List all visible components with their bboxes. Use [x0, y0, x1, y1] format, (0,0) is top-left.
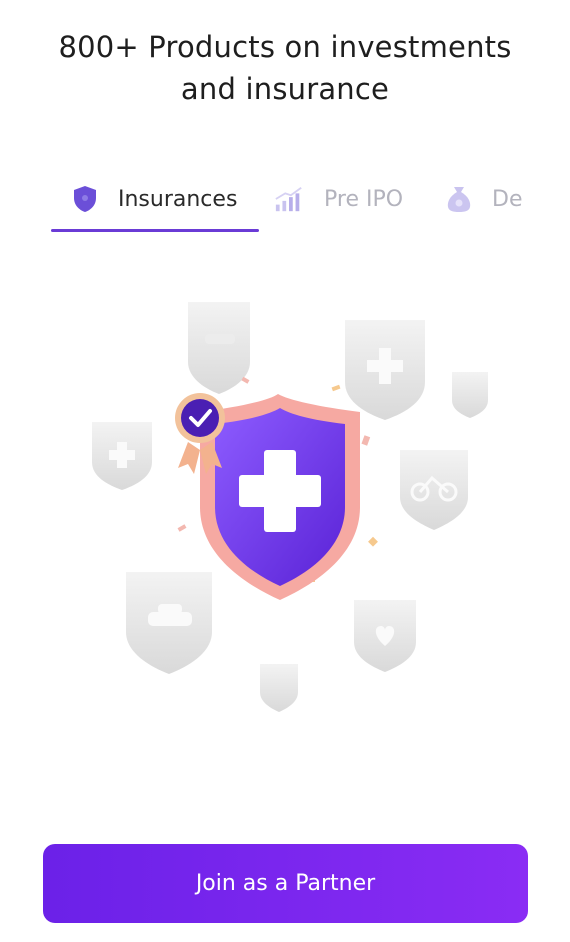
- page-title-line-1: 800+ Products on investments: [58, 30, 512, 64]
- tab-label: Pre IPO: [324, 186, 404, 212]
- active-tab-indicator: [51, 229, 259, 232]
- money-bag-icon: [444, 184, 474, 214]
- shield-bike-icon: [400, 450, 468, 530]
- shield-car-icon: [126, 572, 212, 674]
- shield-heart-icon: [354, 600, 416, 672]
- shield-bottom-icon: [260, 664, 298, 712]
- tab-label: Insurances: [118, 186, 238, 212]
- tab-label: De: [492, 186, 523, 212]
- tab-insurances[interactable]: Insurances: [70, 170, 237, 228]
- insurance-shield-illustration: [70, 282, 510, 722]
- shield-small-icon: [452, 372, 488, 418]
- page-title: 800+ Products on investments and insuran…: [0, 26, 570, 110]
- shield-plus-icon: [345, 320, 425, 420]
- page-title-line-2: and insurance: [180, 72, 390, 106]
- bar-chart-icon: [274, 184, 304, 214]
- tab-de[interactable]: De: [444, 170, 522, 228]
- tab-pre-ipo[interactable]: Pre IPO: [274, 170, 403, 228]
- product-tabs: Insurances Pre IPO De: [0, 170, 570, 234]
- join-as-partner-button[interactable]: Join as a Partner: [43, 844, 528, 923]
- shield-icon: [70, 184, 100, 214]
- shield-plus-left-icon: [92, 422, 152, 490]
- shield-car-top-icon: [188, 302, 250, 394]
